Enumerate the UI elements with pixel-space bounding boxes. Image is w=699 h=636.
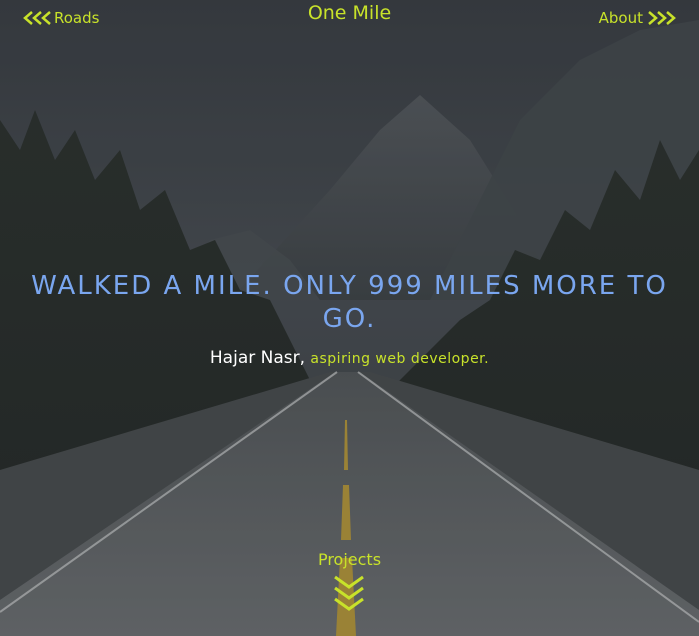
triple-chevron-down-icon[interactable] bbox=[332, 574, 366, 614]
about-nav-link[interactable]: About bbox=[599, 9, 677, 27]
triple-chevron-right-icon bbox=[645, 10, 677, 26]
site-brand: One Mile bbox=[0, 2, 699, 24]
author-name: Hajar Nasr, bbox=[209, 348, 306, 368]
hero-subtitle: Hajar Nasr, aspiring web developer. bbox=[0, 348, 699, 368]
page: Roads One Mile About WALKED A MILE. ONLY… bbox=[0, 0, 699, 636]
author-role: aspiring web developer. bbox=[310, 351, 490, 367]
projects-link[interactable]: Projects bbox=[0, 550, 699, 569]
brand-link[interactable]: One Mile bbox=[308, 2, 391, 24]
about-nav-label: About bbox=[598, 9, 643, 27]
hero-title: WALKED A MILE. ONLY 999 MILES MORE TO GO… bbox=[31, 271, 668, 334]
projects-label: Projects bbox=[317, 550, 382, 569]
